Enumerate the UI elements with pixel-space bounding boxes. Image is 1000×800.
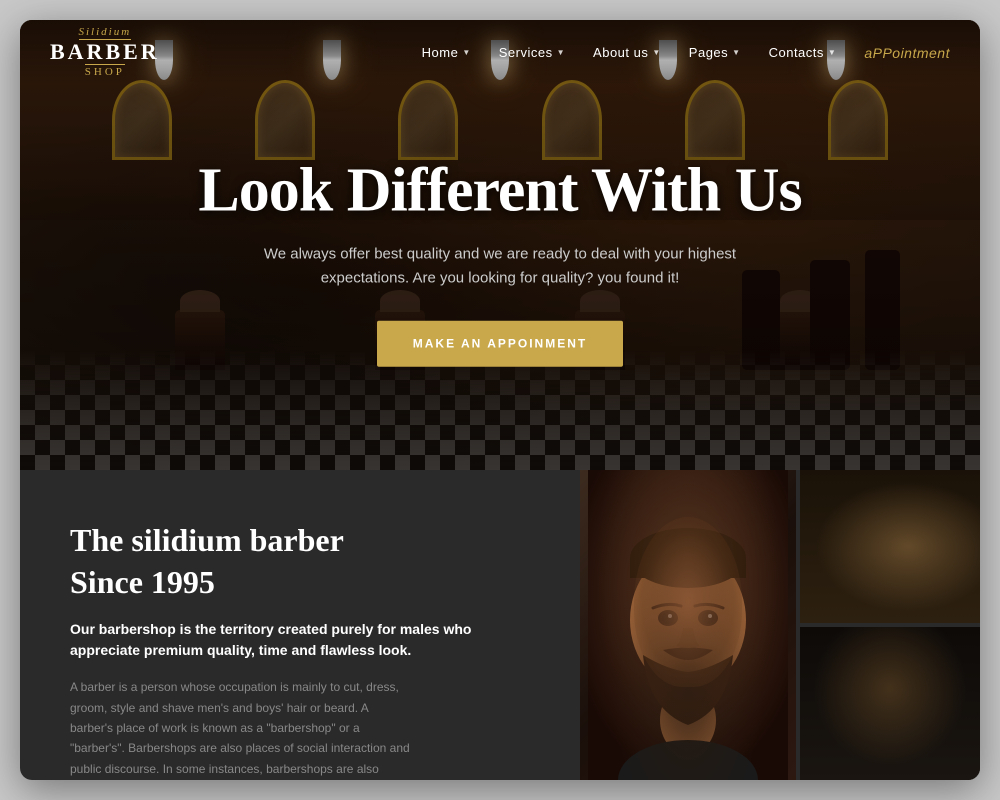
hero-subtitle: We always offer best quality and we are … [240, 243, 760, 291]
nav-links: Home ▼ Services ▼ About us ▼ [422, 45, 950, 61]
nav-item-about[interactable]: About us ▼ [593, 45, 661, 60]
about-hand-image [800, 470, 980, 623]
scissors-svg [800, 627, 980, 780]
logo-top-text: Silidium [79, 27, 132, 40]
hero-title: Look Different With Us [140, 157, 860, 225]
logo[interactable]: Silidium BARBER SHOP [50, 27, 160, 78]
hero-section: Silidium BARBER SHOP Home ▼ Services ▼ [20, 20, 980, 470]
dropdown-arrow-icon: ▼ [732, 48, 740, 57]
about-title: The silidium barberSince 1995 [70, 520, 530, 603]
nav-label-pages: Pages [689, 45, 728, 60]
about-images [580, 470, 980, 780]
about-body-text: A barber is a person whose occupation is… [70, 677, 410, 780]
nav-link-pages[interactable]: Pages ▼ [689, 45, 741, 60]
nav-link-home[interactable]: Home ▼ [422, 45, 471, 60]
hero-cta-button[interactable]: MAKE AN APPOINMENT [377, 321, 623, 367]
nav-link-about[interactable]: About us ▼ [593, 45, 661, 60]
nav-label-about: About us [593, 45, 648, 60]
nav-item-home[interactable]: Home ▼ [422, 45, 471, 60]
hand-svg [800, 470, 980, 623]
about-section: The silidium barberSince 1995 Our barber… [20, 470, 980, 780]
nav-item-appointment[interactable]: aPPointment [864, 45, 950, 61]
nav-label-services: Services [499, 45, 553, 60]
nav-item-pages[interactable]: Pages ▼ [689, 45, 741, 60]
about-side-images [800, 470, 980, 780]
nav-label-contacts: Contacts [769, 45, 824, 60]
nav-item-contacts[interactable]: Contacts ▼ [769, 45, 837, 60]
logo-main-text: BARBER [50, 40, 160, 64]
nav-item-services[interactable]: Services ▼ [499, 45, 565, 60]
about-portrait-image [580, 470, 796, 780]
browser-frame: Silidium BARBER SHOP Home ▼ Services ▼ [20, 20, 980, 780]
about-left-content: The silidium barberSince 1995 Our barber… [20, 470, 580, 780]
hero-content: Look Different With Us We always offer b… [140, 157, 860, 367]
nav-label-appointment: aPPointment [864, 45, 950, 61]
nav-link-services[interactable]: Services ▼ [499, 45, 565, 60]
about-intro-text: Our barbershop is the territory created … [70, 619, 530, 661]
about-scissors-image [800, 627, 980, 780]
nav-label-home: Home [422, 45, 459, 60]
nav-link-contacts[interactable]: Contacts ▼ [769, 45, 837, 60]
dropdown-arrow-icon: ▼ [652, 48, 660, 57]
portrait-svg [580, 470, 796, 780]
dropdown-arrow-icon: ▼ [828, 48, 836, 57]
navbar: Silidium BARBER SHOP Home ▼ Services ▼ [20, 20, 980, 85]
nav-link-appointment[interactable]: aPPointment [864, 45, 950, 61]
dropdown-arrow-icon: ▼ [462, 48, 470, 57]
logo-sub-text: SHOP [85, 64, 125, 78]
dropdown-arrow-icon: ▼ [557, 48, 565, 57]
